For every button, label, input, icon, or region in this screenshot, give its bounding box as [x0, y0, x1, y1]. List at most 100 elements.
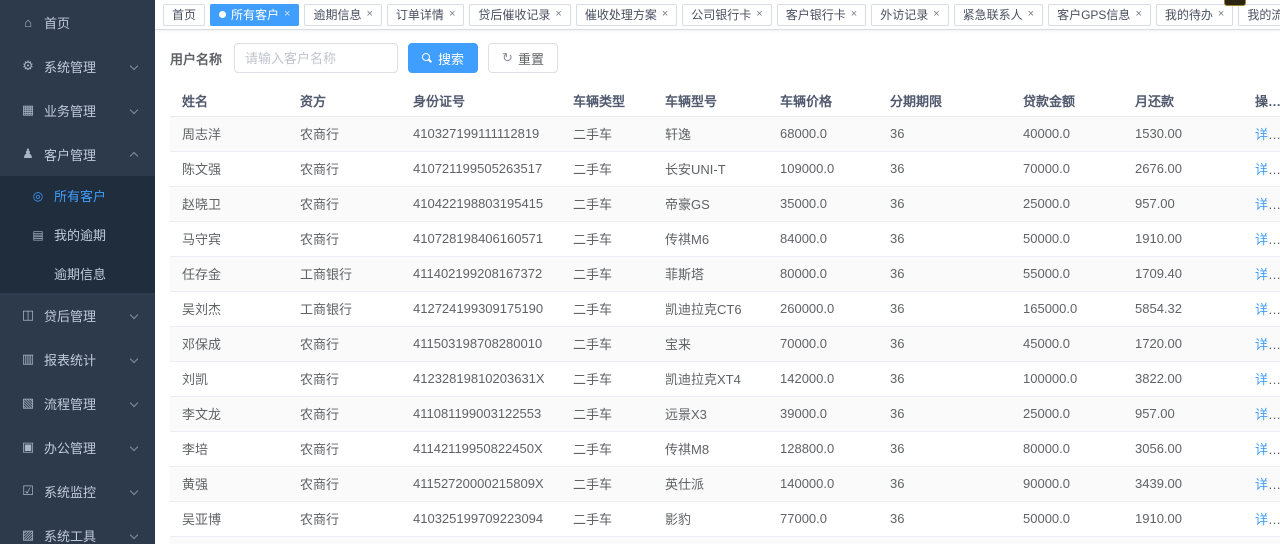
sidebar-item[interactable]: 系统管理	[0, 44, 155, 88]
tab-label: 我的待办	[1165, 6, 1213, 23]
cell-vehicle-price: 68000.0	[768, 116, 878, 151]
table-row: 吴刘杰 工商银行 412724199309175190 二手车 凯迪拉克CT6 …	[170, 291, 1280, 326]
sidebar-item-label: 办公管理	[44, 438, 96, 457]
detail-link[interactable]: 详情	[1255, 442, 1280, 457]
cell-vehicle-price: 128800.0	[768, 431, 878, 466]
sidebar-item[interactable]: 我的逾期	[0, 215, 155, 254]
cell-vehicle-model: 菲斯塔	[653, 256, 768, 291]
sidebar-item[interactable]: 首页	[0, 0, 155, 44]
cell-id-number: 411402199208167372	[401, 256, 561, 291]
cell-id-number: 41232819810203631X	[401, 361, 561, 396]
cell-vehicle-model: 帝豪GS	[653, 186, 768, 221]
tab[interactable]: 我的流程 ×	[1238, 4, 1280, 26]
tab[interactable]: 所有客户 ×	[210, 4, 299, 26]
tab[interactable]: 首页 ×	[163, 4, 205, 26]
sidebar-item[interactable]: 系统监控	[0, 469, 155, 513]
tab[interactable]: 贷后催收记录 ×	[469, 4, 570, 26]
customer-name-input[interactable]	[234, 43, 398, 73]
close-icon[interactable]: ×	[1135, 9, 1141, 20]
sidebar-item[interactable]: 所有客户	[0, 176, 155, 215]
sidebar-item[interactable]: 逾期信息	[0, 254, 155, 293]
tab[interactable]: 客户银行卡 ×	[777, 4, 866, 26]
detail-link[interactable]: 详情	[1255, 302, 1280, 317]
tags-view-bar: 首页 × 所有客户 × 逾期信息 × 订单详情	[155, 0, 1280, 30]
main-panel: 用户名称 搜索 ↻ 重置 姓名	[155, 30, 1280, 544]
sidebar-item-label: 系统管理	[44, 57, 96, 76]
cell-name: 李培	[170, 431, 288, 466]
tab-label: 首页	[172, 6, 196, 23]
cell-vehicle-model: 轩逸	[653, 116, 768, 151]
cell-name: 吴刘杰	[170, 291, 288, 326]
detail-link[interactable]: 详情	[1255, 477, 1280, 492]
table-row: 马守宾 农商行 410728198406160571 二手车 传祺M6 8400…	[170, 221, 1280, 256]
tab-label: 订单详情	[396, 6, 444, 23]
detail-link[interactable]: 详情	[1255, 337, 1280, 352]
tab[interactable]: 催收处理方案 ×	[576, 4, 677, 26]
cell-monthly-payment: 1720.00	[1123, 326, 1243, 361]
chart-icon	[20, 351, 36, 367]
tab[interactable]: 订单详情 ×	[387, 4, 464, 26]
tab[interactable]: 公司银行卡 ×	[682, 4, 771, 26]
cell-loan-amount: 50000.0	[1011, 221, 1123, 256]
user-avatar[interactable]	[1224, 0, 1246, 6]
detail-link[interactable]: 详情	[1255, 127, 1280, 142]
detail-link[interactable]: 详情	[1255, 162, 1280, 177]
sidebar-item[interactable]: 贷后管理	[0, 293, 155, 337]
sidebar-item[interactable]: 客户管理	[0, 132, 155, 176]
cell-name: 黄强	[170, 466, 288, 501]
cell-vehicle-model: 宝来	[653, 326, 768, 361]
cell-vehicle-model	[653, 536, 768, 544]
cell-id-number: 410327199111112819	[401, 116, 561, 151]
close-icon[interactable]: ×	[933, 9, 939, 20]
detail-link[interactable]: 详情	[1255, 407, 1280, 422]
cell-funder: 农商行	[288, 361, 401, 396]
tab[interactable]: 紧急联系人 ×	[954, 4, 1043, 26]
reset-button[interactable]: ↻ 重置	[488, 43, 558, 73]
cell-name: 邓保成	[170, 326, 288, 361]
cell-vehicle-type: 二手车	[561, 501, 653, 536]
cell-vehicle-price: 70000.0	[768, 326, 878, 361]
detail-link[interactable]: 详情	[1255, 512, 1280, 527]
sidebar-item[interactable]: 流程管理	[0, 381, 155, 425]
sidebar-item-label: 贷后管理	[44, 306, 96, 325]
detail-link[interactable]: 详情	[1255, 267, 1280, 282]
detail-link[interactable]: 详情	[1255, 372, 1280, 387]
sidebar-item[interactable]: 报表统计	[0, 337, 155, 381]
detail-link[interactable]: 详情	[1255, 232, 1280, 247]
overdue-icon	[30, 228, 46, 242]
table-body: 周志洋 农商行 410327199111112819 二手车 轩逸 68000.…	[170, 116, 1280, 544]
table-row	[170, 536, 1280, 544]
search-button[interactable]: 搜索	[408, 43, 478, 73]
tab[interactable]: 逾期信息 ×	[304, 4, 381, 26]
close-icon[interactable]: ×	[662, 9, 668, 20]
cell-vehicle-price: 84000.0	[768, 221, 878, 256]
cell-name: 任存金	[170, 256, 288, 291]
close-icon[interactable]: ×	[851, 9, 857, 20]
close-icon[interactable]: ×	[449, 9, 455, 20]
app-window: 首页 系统管理 业务管理 客户管理	[0, 0, 1280, 544]
sidebar-item[interactable]: 办公管理	[0, 425, 155, 469]
close-icon[interactable]: ×	[366, 9, 372, 20]
tab[interactable]: 我的待办 ×	[1156, 4, 1233, 26]
table-row: 黄强 农商行 41152720000215809X 二手车 英仕派 140000…	[170, 466, 1280, 501]
close-icon[interactable]: ×	[555, 9, 561, 20]
table-row: 李培 农商行 41142119950822450X 二手车 传祺M8 12880…	[170, 431, 1280, 466]
detail-link[interactable]: 详情	[1255, 197, 1280, 212]
sidebar-item[interactable]: 业务管理	[0, 88, 155, 132]
tab[interactable]: 外访记录 ×	[871, 4, 948, 26]
cell-term: 36	[878, 431, 1011, 466]
tab[interactable]: 客户GPS信息 ×	[1048, 4, 1151, 26]
office-icon	[20, 439, 36, 455]
close-icon[interactable]: ×	[1028, 9, 1034, 20]
monitor-icon	[20, 483, 36, 499]
cell-monthly-payment: 1530.00	[1123, 116, 1243, 151]
close-icon[interactable]: ×	[1218, 9, 1224, 20]
close-icon[interactable]: ×	[756, 9, 762, 20]
sidebar-item[interactable]: 系统工具	[0, 513, 155, 544]
cell-funder: 工商银行	[288, 291, 401, 326]
cell-vehicle-model: 传祺M8	[653, 431, 768, 466]
cell-term: 36	[878, 256, 1011, 291]
close-icon[interactable]: ×	[284, 9, 290, 20]
tab-label: 外访记录	[880, 6, 928, 23]
cell-funder: 农商行	[288, 326, 401, 361]
